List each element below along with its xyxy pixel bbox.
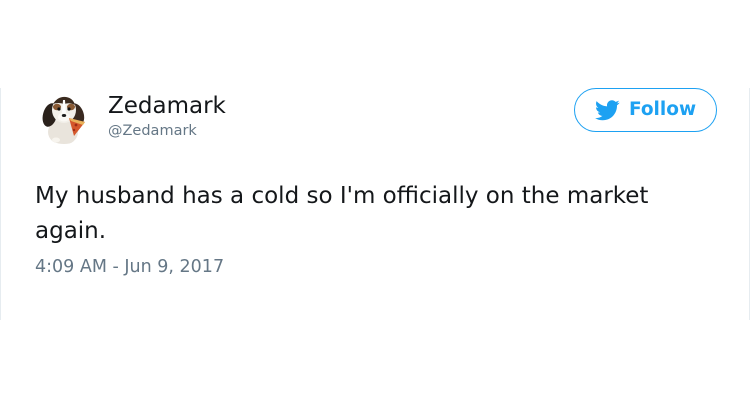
tweet-text: My husband has a cold so I'm officially … <box>35 183 649 244</box>
follow-button[interactable]: Follow <box>574 88 717 132</box>
tweet-card: Zedamark @Zedamark Follow My husband has… <box>0 88 750 320</box>
beagle-puppy-icon <box>36 88 92 144</box>
author-handle[interactable]: @Zedamark <box>108 122 197 140</box>
page: Zedamark @Zedamark Follow My husband has… <box>0 0 750 420</box>
twitter-bird-icon <box>594 99 620 121</box>
follow-label: Follow <box>628 99 697 120</box>
author-name[interactable]: Zedamark <box>108 92 226 120</box>
tweet-timestamp[interactable]: 4:09 AM - Jun 9, 2017 <box>35 256 224 278</box>
avatar[interactable] <box>36 88 92 144</box>
